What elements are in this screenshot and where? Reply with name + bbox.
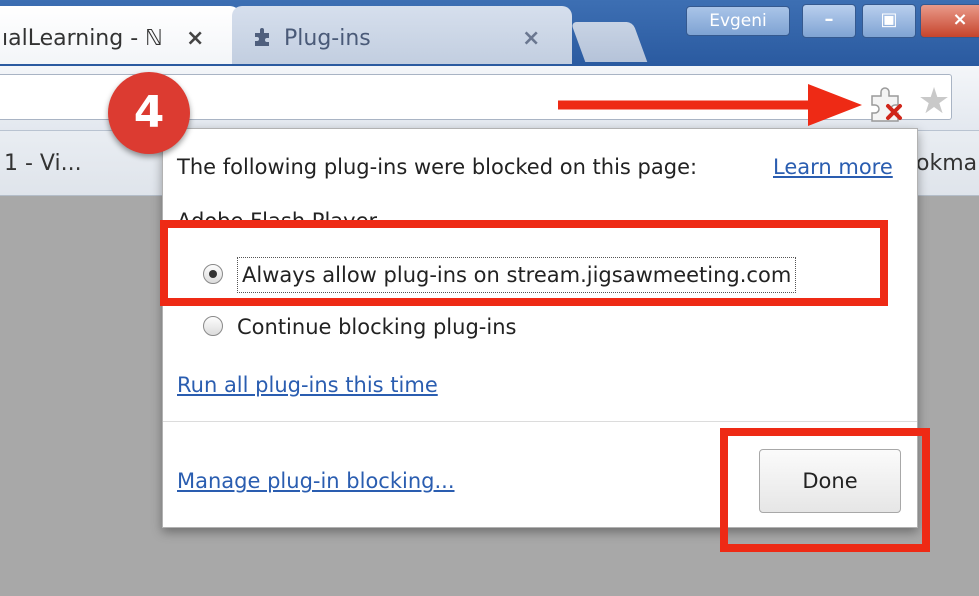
tab-close-icon[interactable]: × bbox=[186, 26, 204, 51]
tab-plug-ins[interactable]: Plug-ins × bbox=[232, 6, 572, 64]
minimize-icon: – bbox=[824, 9, 834, 30]
maximize-button[interactable]: ▣ bbox=[862, 4, 916, 38]
star-icon[interactable]: ★ bbox=[914, 82, 954, 122]
tab-title: ıalLearning - ℕ bbox=[2, 26, 162, 51]
new-tab-button[interactable] bbox=[570, 22, 648, 62]
bookmark-item[interactable]: 1 - Vi... bbox=[4, 151, 82, 176]
arrow-icon bbox=[558, 84, 862, 126]
maximize-icon: ▣ bbox=[880, 9, 898, 30]
step-number-badge: 4 bbox=[108, 72, 190, 154]
minimize-button[interactable]: – bbox=[802, 4, 856, 38]
close-icon: × bbox=[952, 9, 968, 30]
highlight-box-done bbox=[720, 428, 930, 552]
puzzle-blocked-icon[interactable] bbox=[866, 86, 906, 124]
bookmark-item[interactable]: okma bbox=[916, 151, 977, 176]
puzzle-icon bbox=[255, 28, 269, 46]
divider bbox=[163, 421, 917, 422]
screenshot-root: ıalLearning - ℕ × Plug-ins × Evgeni – ▣ … bbox=[0, 0, 979, 596]
tab-title: Plug-ins bbox=[284, 26, 371, 51]
user-profile-button[interactable]: Evgeni bbox=[686, 6, 790, 36]
tab-active[interactable]: ıalLearning - ℕ × bbox=[0, 6, 240, 64]
popup-heading: The following plug-ins were blocked on t… bbox=[177, 155, 698, 179]
manage-plugin-blocking-link[interactable]: Manage plug-in blocking... bbox=[177, 469, 455, 493]
learn-more-link[interactable]: Learn more bbox=[773, 155, 893, 179]
highlight-box-radio bbox=[160, 220, 888, 306]
radio-button[interactable] bbox=[203, 316, 223, 336]
radio-label[interactable]: Continue blocking plug-ins bbox=[237, 309, 516, 345]
tab-close-icon[interactable]: × bbox=[522, 26, 540, 51]
window-close-button[interactable]: × bbox=[920, 4, 979, 38]
run-all-plugins-link[interactable]: Run all plug-ins this time bbox=[177, 373, 438, 397]
tab-strip: ıalLearning - ℕ × Plug-ins × Evgeni – ▣ … bbox=[0, 0, 979, 66]
